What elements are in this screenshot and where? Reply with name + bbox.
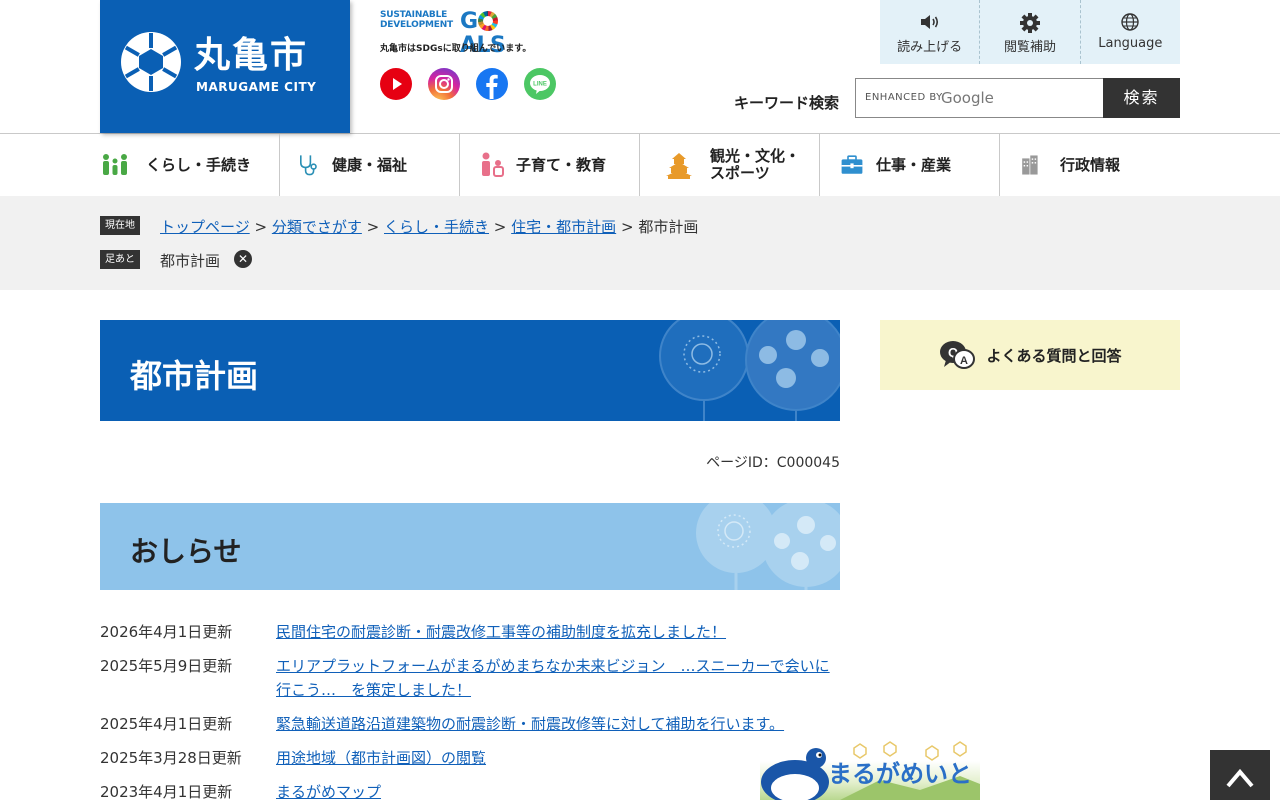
sdgs-line2: DEVELOPMENT (380, 20, 453, 30)
nav-item-tourism[interactable]: 観光・文化・ スポーツ (640, 134, 820, 196)
nav-label-government: 行政情報 (1060, 155, 1121, 174)
breadcrumb-link-top[interactable]: トップページ (160, 218, 250, 236)
nav-item-work[interactable]: 仕事・産業 (820, 134, 1000, 196)
banner-text: まるがめいと (828, 760, 972, 788)
site-header: 丸亀市 MARUGAME CITY SUSTAINABLE DEVELOPMEN… (0, 0, 1280, 134)
global-nav: くらし・手続き 健康・福祉 子育て・教育 観光・文化・ スポーツ 仕事・産業 行… (100, 134, 1180, 196)
back-to-top-button[interactable] (1210, 750, 1270, 800)
nav-item-government[interactable]: 行政情報 (1000, 134, 1180, 196)
page-title-banner: 都市計画 (100, 320, 840, 421)
building-icon (1022, 155, 1038, 175)
news-link[interactable]: 緊急輸送道路沿道建築物の耐震診断・耐震改修等に対して補助を行います。 (276, 712, 784, 736)
read-aloud-button[interactable]: 読み上げる (880, 0, 981, 64)
nav-item-childcare[interactable]: 子育て・教育 (460, 134, 640, 196)
speaker-icon (880, 12, 979, 34)
chevron-up-icon (1226, 768, 1254, 788)
sdgs-line1: SUSTAINABLE (380, 10, 448, 20)
news-list: 2026年4月1日更新 民間住宅の耐震診断・耐震改修工事等の補助制度を拡充しまし… (100, 620, 840, 800)
breadcrumb-separator: > (620, 218, 634, 236)
line-icon[interactable]: LINE (524, 68, 556, 100)
sdgs-wheel-icon (477, 11, 498, 31)
nav-label-tourism: 観光・文化・ スポーツ (710, 147, 801, 182)
close-icon[interactable]: ✕ (234, 250, 252, 268)
current-location-tag: 現在地 (100, 216, 140, 235)
sdgs-goals-g: G (460, 9, 478, 34)
youtube-icon[interactable] (380, 68, 412, 100)
nav-item-health[interactable]: 健康・福祉 (280, 134, 460, 196)
footprint-item[interactable]: 都市計画 (160, 250, 220, 271)
page-id: ページID：C000045 (706, 455, 840, 471)
search-button[interactable]: 検索 (1103, 78, 1180, 118)
breadcrumb: トップページ > 分類でさがす > くらし・手続き > 住宅・都市計画 > 都市… (160, 216, 698, 237)
family-icon (103, 154, 127, 175)
language-button[interactable]: Language (1081, 0, 1180, 64)
news-date: 2025年4月1日更新 (100, 715, 233, 733)
google-brand: Google (941, 89, 994, 107)
faq-button[interactable]: Q A よくある質問と回答 (880, 320, 1180, 390)
sdgs-caption: 丸亀市はSDGsに取り組んでいます。 (380, 44, 532, 54)
news-link[interactable]: 民間住宅の耐震診断・耐震改修工事等の補助制度を拡充しました！ (276, 620, 726, 644)
search-enhanced-by: ENHANCED BY (865, 92, 943, 103)
news-link[interactable]: まるがめマップ (276, 780, 381, 800)
accessibility-button[interactable]: 閲覧補助 (980, 0, 1081, 64)
news-item: 2023年4月1日更新 まるがめマップ (100, 780, 840, 800)
news-item: 2026年4月1日更新 民間住宅の耐震診断・耐震改修工事等の補助制度を拡充しまし… (100, 620, 840, 644)
utility-toolbar: 読み上げる 閲覧補助 Language (880, 0, 1180, 64)
logo-english-name: MARUGAME CITY (196, 80, 317, 94)
news-link[interactable]: エリアプラットフォームがまるがめまちなか未来ビジョン …スニーカーで会いに行こう… (276, 654, 840, 702)
news-heading-banner: おしらせ (100, 503, 840, 590)
breadcrumb-area (0, 196, 1280, 290)
fan-decoration-icon (696, 503, 840, 590)
line-icon-text: LINE (533, 82, 547, 88)
breadcrumb-link-living[interactable]: くらし・手続き (384, 218, 489, 236)
language-label: Language (1098, 36, 1163, 51)
stethoscope-icon (300, 155, 317, 176)
svg-text:A: A (961, 355, 969, 367)
nav-item-living[interactable]: くらし・手続き (100, 134, 280, 196)
facebook-icon[interactable] (476, 68, 508, 100)
news-date: 2026年4月1日更新 (100, 623, 233, 641)
fan-decoration-icon (659, 320, 840, 421)
faq-label: よくある質問と回答 (986, 346, 1122, 365)
castle-icon (666, 153, 692, 179)
nav-label-work: 仕事・産業 (876, 155, 952, 174)
breadcrumb-separator: > (254, 218, 268, 236)
news-item: 2025年3月28日更新 用途地域（都市計画図）の閲覧 (100, 746, 840, 770)
sdgs-banner[interactable]: SUSTAINABLE DEVELOPMENT GALS 丸亀市はSDGsに取り… (380, 10, 531, 58)
accessibility-label: 閲覧補助 (1003, 40, 1056, 55)
search-input[interactable]: ENHANCED BY Google (855, 78, 1104, 118)
page-title: 都市計画 (130, 357, 259, 395)
read-aloud-label: 読み上げる (897, 40, 963, 55)
breadcrumb-link-category[interactable]: 分類でさがす (272, 218, 362, 236)
logo-japanese-name: 丸亀市 (194, 34, 309, 76)
breadcrumb-link-housing[interactable]: 住宅・都市計画 (511, 218, 616, 236)
keyword-search-label: キーワード検索 (734, 94, 840, 112)
news-item: 2025年5月9日更新 エリアプラットフォームがまるがめまちなか未来ビジョン …… (100, 654, 840, 702)
instagram-icon[interactable] (428, 68, 460, 100)
briefcase-icon (841, 155, 863, 174)
news-heading: おしらせ (130, 535, 242, 568)
breadcrumb-current: 都市計画 (638, 218, 699, 236)
news-date: 2025年5月9日更新 (100, 657, 233, 675)
news-date: 2023年4月1日更新 (100, 783, 233, 800)
nav-label-childcare: 子育て・教育 (516, 155, 607, 174)
qa-icon: Q A (940, 341, 976, 369)
breadcrumb-separator: > (493, 218, 507, 236)
news-date: 2025年3月28日更新 (100, 749, 242, 767)
child-icon (482, 152, 504, 177)
site-logo[interactable]: 丸亀市 MARUGAME CITY (100, 0, 350, 133)
breadcrumb-separator: > (366, 218, 380, 236)
news-link[interactable]: 用途地域（都市計画図）の閲覧 (276, 746, 486, 770)
news-item: 2025年4月1日更新 緊急輸送道路沿道建築物の耐震診断・耐震改修等に対して補助… (100, 712, 840, 736)
city-emblem-icon (121, 32, 181, 92)
marugame-ito-banner[interactable]: まるがめいと (760, 740, 980, 800)
nav-label-living: くらし・手続き (146, 155, 252, 174)
gear-icon (980, 12, 1079, 34)
globe-icon (1081, 12, 1180, 34)
nav-label-health: 健康・福祉 (332, 155, 408, 174)
footprint-tag: 足あと (100, 250, 140, 269)
